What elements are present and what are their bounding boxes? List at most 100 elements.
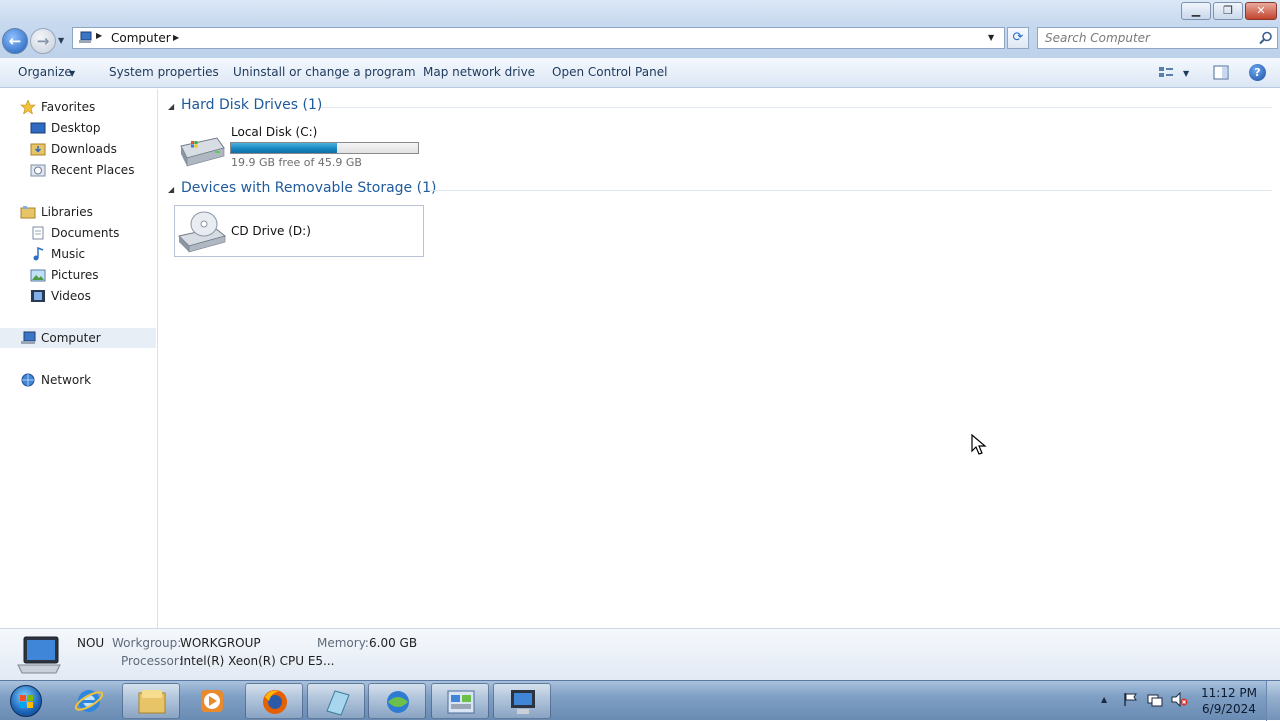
taskbar-remote-app[interactable] bbox=[493, 683, 551, 719]
mouse-pointer-icon bbox=[971, 434, 987, 455]
taskbar-firefox[interactable] bbox=[245, 683, 303, 719]
computer-icon bbox=[21, 331, 36, 344]
chevron-down-icon[interactable]: ▼ bbox=[69, 69, 75, 78]
group-title: Devices with Removable Storage (1) bbox=[181, 180, 437, 196]
memory-value: 6.00 GB bbox=[369, 636, 418, 650]
documents-icon bbox=[32, 226, 44, 240]
volume-muted-icon[interactable] bbox=[1171, 692, 1188, 707]
desktop-icon bbox=[30, 122, 46, 134]
pictures-icon bbox=[30, 269, 46, 282]
group-header-hard-disk-drives[interactable]: ◢ Hard Disk Drives (1) bbox=[166, 97, 1272, 117]
forward-button[interactable]: → bbox=[30, 28, 56, 54]
network-icon bbox=[21, 373, 35, 387]
sidebar-item-label: Computer bbox=[41, 331, 101, 345]
sidebar-item-favorites[interactable]: Favorites bbox=[0, 97, 156, 117]
system-clock[interactable]: 11:12 PM 6/9/2024 bbox=[1197, 685, 1261, 717]
taskbar-notepad[interactable] bbox=[307, 683, 365, 719]
system-properties-button[interactable]: System properties bbox=[109, 65, 219, 79]
group-divider bbox=[428, 190, 1272, 191]
star-icon bbox=[20, 100, 36, 114]
windows-logo-icon bbox=[10, 685, 42, 717]
start-button[interactable] bbox=[4, 683, 48, 719]
help-icon[interactable]: ? bbox=[1249, 64, 1266, 81]
processor-label: Processor: bbox=[121, 654, 183, 668]
sidebar-item-pictures[interactable]: Pictures bbox=[0, 265, 156, 285]
minimize-button[interactable]: ▁ bbox=[1181, 2, 1211, 20]
drive-usage-bar bbox=[230, 142, 419, 154]
firefox-icon bbox=[263, 690, 287, 714]
drive-item-cd-drive-d[interactable]: CD Drive (D:) bbox=[174, 205, 424, 257]
sidebar-item-label: Videos bbox=[51, 289, 91, 303]
map-network-drive-button[interactable]: Map network drive bbox=[423, 65, 535, 79]
address-dropdown-icon[interactable]: ▼ bbox=[988, 33, 994, 42]
sidebar-item-label: Downloads bbox=[51, 142, 117, 156]
preview-pane-icon[interactable] bbox=[1213, 65, 1229, 80]
refresh-button[interactable]: ⟳ bbox=[1007, 27, 1029, 49]
search-icon[interactable] bbox=[1259, 31, 1273, 45]
search-box[interactable] bbox=[1037, 27, 1278, 49]
sidebar-item-recent-places[interactable]: Recent Places bbox=[0, 160, 156, 180]
back-arrow-icon: ← bbox=[8, 32, 22, 50]
taskbar-control-panel[interactable] bbox=[431, 683, 489, 719]
sidebar-item-label: Recent Places bbox=[51, 163, 135, 177]
breadcrumb-computer[interactable]: Computer bbox=[111, 31, 171, 45]
sidebar-item-downloads[interactable]: Downloads bbox=[0, 139, 156, 159]
sidebar-item-computer[interactable]: Computer bbox=[0, 328, 156, 348]
sidebar-item-music[interactable]: Music bbox=[0, 244, 156, 264]
uninstall-program-button[interactable]: Uninstall or change a program bbox=[233, 65, 416, 79]
breadcrumb-separator[interactable]: ▶ bbox=[173, 33, 179, 42]
taskbar-network-app[interactable] bbox=[368, 683, 426, 719]
internet-explorer-icon bbox=[74, 690, 104, 712]
action-center-flag-icon[interactable] bbox=[1123, 692, 1137, 707]
taskbar-windows-explorer[interactable] bbox=[122, 683, 180, 719]
back-button[interactable]: ← bbox=[2, 28, 28, 54]
sidebar-item-documents[interactable]: Documents bbox=[0, 223, 156, 243]
workgroup-value: WORKGROUP bbox=[180, 636, 261, 650]
taskbar-media-player[interactable] bbox=[183, 683, 241, 719]
music-icon bbox=[33, 247, 44, 261]
maximize-button[interactable]: ❐ bbox=[1213, 2, 1243, 20]
computer-icon bbox=[79, 31, 92, 43]
sidebar-item-label: Pictures bbox=[51, 268, 99, 282]
sidebar-item-label: Favorites bbox=[41, 100, 96, 114]
collapse-triangle-icon[interactable]: ◢ bbox=[168, 102, 174, 111]
recent-pages-dropdown[interactable]: ▼ bbox=[58, 36, 64, 45]
change-view-icon[interactable] bbox=[1158, 66, 1174, 80]
processor-value: Intel(R) Xeon(R) CPU E5... bbox=[180, 654, 335, 668]
group-header-removable-storage[interactable]: ◢ Devices with Removable Storage (1) bbox=[166, 180, 1272, 200]
organize-button[interactable]: Organize bbox=[18, 65, 72, 79]
sidebar-item-label: Documents bbox=[51, 226, 120, 240]
sidebar-item-desktop[interactable]: Desktop bbox=[0, 118, 156, 138]
taskbar-internet-explorer[interactable] bbox=[60, 683, 118, 719]
view-options-chevron-icon[interactable]: ▼ bbox=[1183, 69, 1189, 78]
group-divider bbox=[321, 107, 1272, 108]
drive-item-local-disk-c[interactable]: Local Disk (C:) 19.9 GB free of 45.9 GB bbox=[174, 122, 426, 172]
sidebar-item-label: Desktop bbox=[51, 121, 101, 135]
open-control-panel-button[interactable]: Open Control Panel bbox=[552, 65, 667, 79]
videos-icon bbox=[31, 290, 45, 302]
cd-drive-icon bbox=[178, 211, 227, 253]
sidebar-item-videos[interactable]: Videos bbox=[0, 286, 156, 306]
title-bar[interactable]: ▁ ❐ ✕ bbox=[0, 0, 1280, 24]
memory-label: Memory: bbox=[317, 636, 369, 650]
remote-desktop-icon bbox=[511, 690, 535, 714]
show-hidden-icons-button[interactable]: ▲ bbox=[1101, 695, 1107, 704]
computer-name: NOU bbox=[77, 636, 105, 650]
libraries-icon bbox=[20, 206, 36, 219]
hard-drive-icon bbox=[180, 137, 225, 167]
breadcrumb-separator[interactable]: ▶ bbox=[96, 31, 102, 40]
search-input[interactable] bbox=[1038, 28, 1253, 48]
forward-arrow-icon: → bbox=[36, 32, 50, 50]
sidebar-item-libraries[interactable]: Libraries bbox=[0, 202, 156, 222]
media-player-icon bbox=[201, 690, 223, 712]
close-button[interactable]: ✕ bbox=[1245, 2, 1277, 20]
sidebar-item-label: Music bbox=[51, 247, 86, 261]
sidebar-item-network[interactable]: Network bbox=[0, 370, 156, 390]
address-bar[interactable]: ▶ Computer ▶ ▼ bbox=[72, 27, 1005, 49]
sidebar-item-label: Libraries bbox=[41, 205, 93, 219]
drive-free-space: 19.9 GB free of 45.9 GB bbox=[231, 156, 362, 169]
network-status-icon[interactable] bbox=[1147, 692, 1163, 707]
collapse-triangle-icon[interactable]: ◢ bbox=[168, 185, 174, 194]
recent-places-icon bbox=[30, 164, 46, 177]
show-desktop-button[interactable] bbox=[1266, 681, 1280, 721]
